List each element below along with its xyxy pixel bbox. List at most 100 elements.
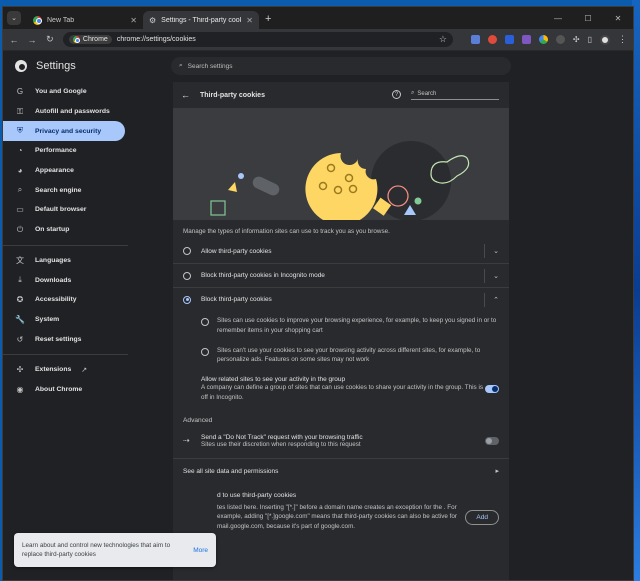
chevron-down-icon[interactable]: ⌄ (484, 244, 499, 258)
chevron-down-icon[interactable]: ⌄ (484, 268, 499, 283)
menu-dots-icon[interactable]: ⋮ (618, 34, 627, 45)
tab-title: Settings - Third-party cookies (161, 16, 241, 24)
chrome-icon (33, 15, 42, 25)
related-sites-description: A company can define a group of sites th… (201, 384, 484, 401)
new-tab-button[interactable]: + (265, 13, 271, 25)
extension-icon[interactable] (504, 35, 514, 44)
do-not-track-icon: ⇢ (183, 436, 190, 445)
cookie-option-row[interactable]: Block third-party cookies ⌃ (173, 287, 509, 311)
sidebar-item-label: Extensions (35, 366, 72, 374)
sidebar-item-you-and-google[interactable]: G You and Google (3, 82, 125, 102)
sidebar-item-extensions[interactable]: ✣ Extensions ↗ (3, 360, 125, 380)
radio-button[interactable] (183, 271, 191, 280)
cookie-icon (201, 318, 209, 326)
sidebar-item-search-engine[interactable]: ⌕ Search engine (3, 180, 125, 200)
panel-title: Third-party cookies (200, 91, 265, 99)
page-title: Settings (36, 60, 76, 72)
do-not-track-row[interactable]: ⇢ Send a "Do Not Track" request with you… (173, 430, 509, 452)
avatar[interactable] (600, 34, 611, 45)
panel-header: ← Third-party cookies ? ⌕ Search (173, 82, 509, 108)
sidebar-item-accessibility[interactable]: ✪ Accessibility (3, 290, 125, 310)
extension-icon[interactable] (521, 35, 531, 44)
site-chip[interactable]: Chrome (68, 35, 112, 44)
related-sites-toggle[interactable] (485, 385, 499, 394)
bookmark-star-icon[interactable]: ☆ (439, 34, 447, 45)
sidebar-item-performance[interactable]: ◔ Performance (3, 141, 125, 161)
tab-search-button[interactable]: ⌄ (7, 11, 21, 25)
sidebar-item-autofill-and-passwords[interactable]: ⚿ Autofill and passwords (3, 102, 125, 122)
search-icon: ⌕ (179, 62, 183, 69)
cookies-illustration-svg (210, 141, 470, 225)
settings-page: Settings ⌕ Search settings G You and Goog… (3, 52, 633, 580)
do-not-track-heading: Send a "Do Not Track" request with your … (201, 433, 363, 441)
chrome-icon: ◉ (16, 384, 24, 394)
url-text[interactable]: chrome://settings/cookies (117, 36, 434, 43)
side-panel-icon[interactable]: ▯ (588, 35, 592, 44)
sidebar-item-label: Languages (35, 256, 71, 264)
sidebar-item-reset-settings[interactable]: ↺ Reset settings (3, 329, 125, 349)
chip-label: Chrome (82, 36, 108, 43)
sidebar-item-default-browser[interactable]: ▭ Default browser (3, 200, 125, 220)
sidebar-item-system[interactable]: 🔧 System (3, 310, 125, 330)
close-window-icon[interactable]: ✕ (603, 7, 633, 29)
cookies-illustration (173, 108, 509, 225)
close-icon[interactable]: ✕ (246, 16, 253, 25)
behavior-item: Sites can use cookies to improve your br… (173, 311, 509, 341)
sidebar-item-label: Reset settings (35, 335, 82, 343)
reload-icon[interactable]: ↻ (45, 34, 55, 45)
radio-button[interactable] (183, 295, 191, 304)
translate-icon: 文 (16, 255, 24, 265)
sidebar-item-label: Privacy and security (35, 127, 102, 135)
record-extension-icon[interactable] (487, 35, 497, 44)
forward-arrow-icon[interactable]: → (27, 35, 37, 45)
chevron-up-icon[interactable]: ⌃ (484, 292, 499, 307)
minimize-icon[interactable]: — (543, 7, 573, 29)
extension-icon[interactable] (555, 35, 565, 44)
sidebar-item-languages[interactable]: 文 Languages (3, 251, 125, 271)
page-description: Manage the types of information sites ca… (183, 228, 390, 235)
sidebar-item-label: Downloads (35, 276, 72, 284)
cookie-option-label: Block third-party cookies in Incognito m… (201, 272, 325, 279)
help-icon[interactable]: ? (392, 90, 401, 99)
third-party-cookies-panel: ← Third-party cookies ? ⌕ Search Manage … (173, 82, 509, 580)
cookie-option-row[interactable]: Allow third-party cookies ⌄ (173, 239, 509, 263)
sidebar-item-privacy-and-security[interactable]: ⛨ Privacy and security (3, 121, 125, 142)
address-bar[interactable]: Chrome chrome://settings/cookies ☆ (62, 32, 453, 47)
power-icon: ⏻ (16, 224, 24, 234)
sidebar-item-label: System (35, 315, 60, 323)
search-settings-input[interactable]: ⌕ Search settings (171, 57, 511, 75)
sidebar-item-appearance[interactable]: ◕ Appearance (3, 161, 125, 181)
reset-icon: ↺ (16, 334, 24, 344)
cookie-option-row[interactable]: Block third-party cookies in Incognito m… (173, 263, 509, 287)
palette-icon: ◕ (17, 166, 23, 176)
sidebar-item-downloads[interactable]: ⤓ Downloads (3, 270, 125, 290)
divider (3, 353, 128, 355)
sidebar-item-label: Default browser (35, 206, 87, 214)
related-sites-row[interactable]: Allow related sites to see your activity… (173, 370, 509, 409)
back-arrow-icon[interactable]: ← (9, 35, 19, 45)
behavior-text: Sites can use cookies to improve your br… (217, 317, 497, 334)
site-data-link[interactable]: See all site data and permissions ▸ (173, 457, 509, 484)
puzzle-icon[interactable]: ✣ (573, 35, 580, 44)
google-icon: G (16, 87, 24, 97)
close-icon[interactable]: ✕ (130, 16, 137, 25)
block-icon (201, 347, 209, 356)
do-not-track-description: Sites use their discretion when respondi… (201, 440, 361, 448)
tab-new-tab[interactable]: New Tab ✕ (27, 11, 143, 29)
back-arrow-icon[interactable]: ← (181, 90, 190, 100)
translate-extension-icon[interactable] (470, 35, 480, 44)
extension-icon[interactable] (538, 35, 548, 44)
external-link-icon: ↗ (81, 366, 87, 374)
radio-button[interactable] (183, 247, 191, 255)
allowed-heading: d to use third-party cookies (217, 491, 297, 499)
add-button[interactable]: Add (465, 509, 499, 525)
toast-more-link[interactable]: More (193, 547, 208, 554)
maximize-icon[interactable]: ☐ (573, 7, 603, 29)
panel-search-input[interactable]: ⌕ Search (411, 88, 499, 100)
sidebar-item-label: You and Google (35, 88, 87, 96)
sidebar-item-about-chrome[interactable]: ◉ About Chrome (3, 380, 125, 400)
shield-icon: ⛨ (17, 126, 23, 136)
sidebar-item-on-startup[interactable]: ⏻ On startup (3, 220, 125, 240)
tab-settings[interactable]: ⚙ Settings - Third-party cookies ✕ (143, 11, 259, 29)
do-not-track-toggle[interactable] (485, 436, 499, 445)
